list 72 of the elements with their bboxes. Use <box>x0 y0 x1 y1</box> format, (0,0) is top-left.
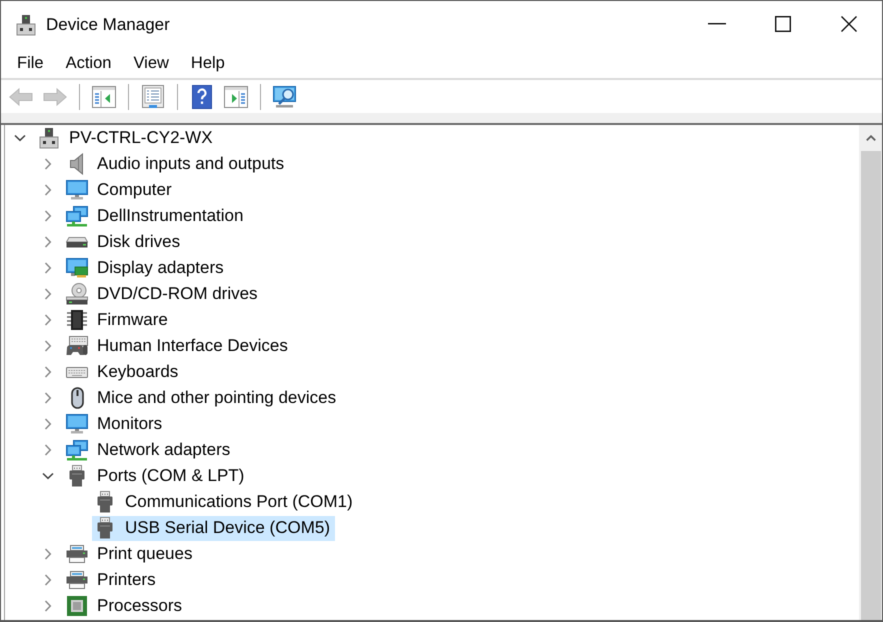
chevron-right-icon[interactable] <box>44 600 52 612</box>
chevron-right-icon[interactable] <box>44 236 52 248</box>
menu-item[interactable]: View <box>122 50 180 76</box>
keyboard-gamepad-icon <box>66 336 88 356</box>
chevron-right-icon[interactable] <box>44 392 52 404</box>
tree-item[interactable]: Computer <box>64 178 177 202</box>
connector-icon <box>97 491 113 513</box>
chevron-right-icon[interactable] <box>44 262 52 274</box>
close-icon <box>841 16 857 32</box>
forward-arrow-icon <box>43 88 67 106</box>
tree-item[interactable]: Print queues <box>64 542 198 566</box>
monitor-icon <box>66 414 88 434</box>
chevron-down-icon[interactable] <box>14 134 26 142</box>
tree-item[interactable]: Network adapters <box>64 438 236 462</box>
chevron-right-icon[interactable] <box>44 184 52 196</box>
tree-item[interactable]: Printers <box>64 568 161 592</box>
monitor-card-icon <box>66 258 88 278</box>
chevron-right-icon[interactable] <box>44 418 52 430</box>
vertical-scrollbar[interactable] <box>859 125 882 620</box>
menu-item[interactable]: File <box>6 50 55 76</box>
device-icon <box>16 14 36 36</box>
printer-icon <box>66 545 88 563</box>
scrollbar-thumb[interactable] <box>861 151 881 620</box>
tree-item[interactable]: Display adapters <box>64 256 229 280</box>
chevron-right-icon[interactable] <box>44 340 52 352</box>
maximize-icon <box>775 16 791 32</box>
tree-item[interactable]: USB Serial Device (COM5) <box>92 516 335 540</box>
chevron-right-icon[interactable] <box>44 548 52 560</box>
caret-up-icon <box>866 135 876 141</box>
mouse-icon <box>70 387 84 409</box>
tree-item[interactable]: Ports (COM & LPT) <box>64 464 250 488</box>
monitor-icon <box>66 180 88 200</box>
menu-item[interactable]: Action <box>54 50 122 76</box>
tree-item[interactable]: Firmware <box>64 308 173 332</box>
chevron-right-icon[interactable] <box>44 366 52 378</box>
disk-drive-icon <box>66 236 88 248</box>
tree-item[interactable]: Disk drives <box>64 230 186 254</box>
chevron-right-icon[interactable] <box>44 288 52 300</box>
back-arrow-icon <box>9 88 33 106</box>
disc-drive-icon <box>66 283 88 305</box>
connector-icon <box>69 465 85 487</box>
tree-item[interactable]: Audio inputs and outputs <box>64 152 290 176</box>
chevron-down-icon[interactable] <box>42 472 54 480</box>
keyboard-icon <box>66 366 88 378</box>
tree-item[interactable]: Processors <box>64 594 188 618</box>
window-list-icon <box>142 84 164 108</box>
chevron-right-icon[interactable] <box>44 444 52 456</box>
tree-item[interactable]: Keyboards <box>64 360 184 384</box>
tree-item[interactable]: DVD/CD-ROM drives <box>64 282 263 306</box>
tree-item[interactable]: Mice and other pointing devices <box>64 386 342 410</box>
chevron-right-icon[interactable] <box>44 574 52 586</box>
help-icon <box>192 84 212 108</box>
tree-item[interactable]: PV-CTRL-CY2-WX <box>36 126 218 150</box>
chevron-right-icon[interactable] <box>44 314 52 326</box>
menu-item[interactable]: Help <box>180 50 236 76</box>
networked-monitors-icon <box>66 440 88 460</box>
connector-icon <box>97 517 113 539</box>
tree-item[interactable]: DellInstrumentation <box>64 204 248 228</box>
speaker-icon <box>70 153 84 175</box>
tree-item[interactable]: Monitors <box>64 412 168 436</box>
device-icon <box>39 127 59 149</box>
tree-item[interactable]: Communications Port (COM1) <box>92 490 358 514</box>
minimize-icon <box>708 23 726 25</box>
chevron-right-icon[interactable] <box>44 158 52 170</box>
tree-item[interactable]: Human Interface Devices <box>64 334 293 358</box>
processor-chip-icon <box>66 595 88 617</box>
chevron-right-icon[interactable] <box>44 210 52 222</box>
chip-icon <box>67 309 87 331</box>
networked-monitors-icon <box>66 206 88 226</box>
monitor-magnifier-icon <box>273 86 297 108</box>
window-title: Device Manager <box>46 14 170 34</box>
printer-icon <box>66 571 88 589</box>
